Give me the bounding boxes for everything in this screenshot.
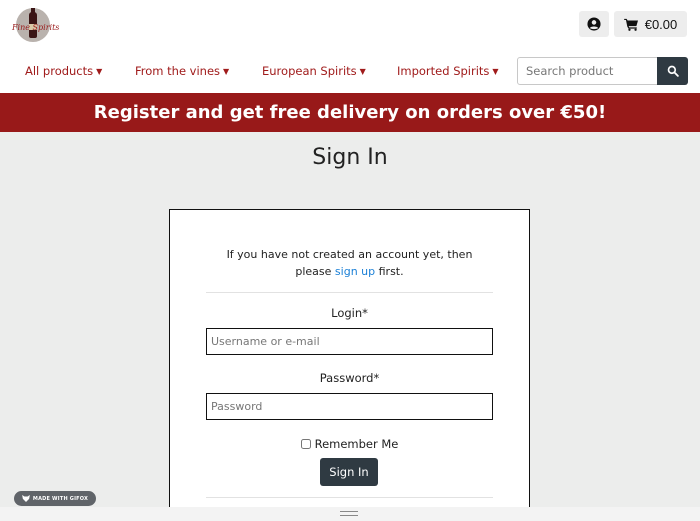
nav-all-products[interactable]: All products ▼ [25,64,102,78]
main-nav: All products ▼ From the vines ▼ European S… [0,52,700,93]
resize-grip-icon [340,511,358,516]
login-label: Login* [331,306,368,320]
gifox-badge: MADE WITH GIFOX [14,491,96,506]
search-icon [667,65,679,77]
page-title: Sign In [312,145,388,170]
signup-prompt-line-2: please sign up first. [170,263,529,280]
chevron-down-icon: ▼ [492,67,499,76]
sign-in-button[interactable]: Sign In [320,458,378,486]
nav-label: European Spirits [262,64,357,78]
chevron-down-icon: ▼ [96,67,103,76]
nav-label: From the vines [135,64,221,78]
account-button[interactable] [579,11,609,37]
search-form [517,57,688,85]
chevron-down-icon: ▼ [359,67,366,76]
fox-icon [22,495,30,502]
nav-european-spirits[interactable]: European Spirits ▼ [262,64,366,78]
cart-button[interactable]: €0.00 [614,11,687,37]
signup-prompt-end: first. [375,265,404,278]
nav-label: Imported Spirits [397,64,490,78]
top-bar: Fine Spirits €0.00 [0,0,700,52]
nav-imported-spirits[interactable]: Imported Spirits ▼ [397,64,499,78]
password-input[interactable] [206,393,493,420]
divider [206,292,493,293]
search-input[interactable] [517,57,658,85]
signup-prompt-please: please [295,265,335,278]
remember-me-checkbox[interactable] [300,439,311,449]
chevron-down-icon: ▼ [223,67,230,76]
remember-me[interactable]: Remember Me [170,437,529,451]
signup-prompt: If you have not created an account yet, … [170,246,529,280]
logo-text: Fine Spirits [12,23,60,32]
signup-prompt-line-1: If you have not created an account yet, … [226,248,473,261]
signup-link[interactable]: sign up [335,265,375,278]
nav-label: All products [25,64,94,78]
promo-text: Register and get free delivery on orders… [93,102,607,123]
nav-from-the-vines[interactable]: From the vines ▼ [135,64,229,78]
promo-banner: Register and get free delivery on orders… [0,93,700,132]
divider [206,497,493,498]
resize-bar[interactable] [0,507,700,521]
login-input[interactable] [206,328,493,355]
gifox-badge-text: MADE WITH GIFOX [32,495,89,502]
password-label: Password* [319,371,380,385]
search-button[interactable] [657,57,688,85]
user-circle-icon [587,17,601,31]
brand-logo[interactable]: Fine Spirits [12,7,62,43]
shopping-cart-icon [623,18,638,31]
remember-me-label: Remember Me [314,437,399,451]
cart-total: €0.00 [644,16,678,32]
signin-card: If you have not created an account yet, … [169,209,530,521]
